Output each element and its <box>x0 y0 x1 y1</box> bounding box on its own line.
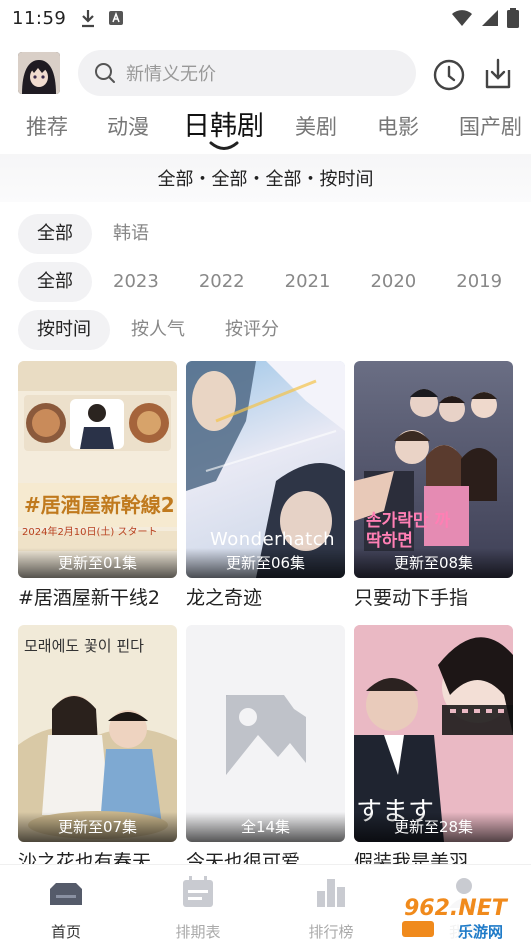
drama-card[interactable]: 全14集 今天也很可爱… <box>186 625 345 874</box>
filter-year-all[interactable]: 全部 <box>18 262 92 302</box>
poster-title-text: 모래에도 꽃이 핀다 <box>24 637 144 655</box>
drama-card[interactable]: すます 更新至28集 假装我是美羽… <box>354 625 513 874</box>
schedule-icon <box>183 876 213 907</box>
filter-summary-bar[interactable]: 全部・全部・全部・按时间 <box>0 154 531 202</box>
top-bar: 新情义无价 <box>0 48 531 100</box>
episode-badge: 更新至06集 <box>186 548 345 578</box>
home-icon <box>50 883 82 905</box>
wifi-icon <box>452 10 472 26</box>
ranking-icon <box>317 879 345 907</box>
drama-title: 只要动下手指 <box>354 587 469 609</box>
category-tabs: 推荐 动漫 日韩剧 美剧 电影 国产剧 <box>0 104 531 152</box>
drama-card[interactable]: #居酒屋新幹線2 2024年2月10日(土) スタート 更新至01集 #居酒屋新… <box>18 361 177 610</box>
episode-badge: 更新至07集 <box>18 812 177 842</box>
filter-year-2019[interactable]: 2019 <box>437 262 521 302</box>
poster: #居酒屋新幹線2 2024年2月10日(土) スタート 更新至01集 <box>18 361 177 578</box>
app-status-icon <box>109 11 124 25</box>
watermark-logo: 962.NET 乐游网 <box>396 893 528 943</box>
tab-us-drama[interactable]: 美剧 <box>295 104 337 152</box>
poster: 全14集 <box>186 625 345 842</box>
poster-title-text: 손가락만 까딱하면 <box>366 511 451 551</box>
poster-date-text: 2024年2月10日(土) スタート <box>22 527 158 538</box>
avatar[interactable] <box>18 52 60 94</box>
nav-home-label: 首页 <box>50 923 81 941</box>
episode-badge: 更新至01集 <box>18 548 177 578</box>
nav-schedule[interactable]: 排期表 <box>148 875 248 942</box>
sort-filter-row: 按时间 按人气 按评分 <box>18 310 300 350</box>
tab-movie[interactable]: 电影 <box>377 104 419 152</box>
poster: 손가락만 까딱하면 更新至08集 <box>354 361 513 578</box>
nav-ranking-label: 排行榜 <box>308 923 354 941</box>
search-bar[interactable]: 新情义无价 <box>78 50 416 96</box>
poster: 모래에도 꽃이 핀다 更新至07集 <box>18 625 177 842</box>
drama-card[interactable]: Wonderhatch 更新至06集 龙之奇迹 <box>186 361 345 610</box>
poster-title-text: #居酒屋新幹線2 <box>24 493 175 517</box>
poster-title-text: Wonderhatch <box>210 529 336 550</box>
signal-icon <box>482 10 498 26</box>
tab-recommend[interactable]: 推荐 <box>26 104 68 152</box>
episode-badge: 全14集 <box>186 812 345 842</box>
tab-anime[interactable]: 动漫 <box>107 104 149 152</box>
watermark-subtext: 乐游网 <box>458 923 504 941</box>
poster: Wonderhatch 更新至06集 <box>186 361 345 578</box>
filter-summary-text: 全部・全部・全部・按时间 <box>157 169 374 190</box>
year-filter-row: 全部 2023 2022 2021 2020 2019 <box>18 262 523 302</box>
download-status-icon <box>82 10 95 28</box>
download-icon[interactable] <box>481 56 515 92</box>
nav-schedule-label: 排期表 <box>175 923 221 941</box>
tab-cn-drama[interactable]: 国产剧 <box>459 104 522 152</box>
watermark-text: 962.NET <box>404 896 507 921</box>
search-icon <box>95 63 115 83</box>
sort-by-popularity[interactable]: 按人气 <box>112 310 204 350</box>
drama-title: 龙之奇迹 <box>186 587 263 609</box>
drama-title: #居酒屋新干线2 <box>18 587 161 609</box>
battery-icon <box>507 8 519 28</box>
language-filter-row: 全部 韩语 <box>18 214 170 254</box>
search-placeholder: 新情义无价 <box>126 64 216 85</box>
poster: すます 更新至28集 <box>354 625 513 842</box>
sort-by-rating[interactable]: 按评分 <box>206 310 298 350</box>
active-tab-indicator <box>209 141 239 150</box>
filter-year-2021[interactable]: 2021 <box>266 262 350 302</box>
filter-year-2022[interactable]: 2022 <box>180 262 264 302</box>
drama-card[interactable]: 모래에도 꽃이 핀다 更新至07集 沙之花也有春天 <box>18 625 177 874</box>
status-bar: 11:59 <box>0 0 531 36</box>
episode-badge: 更新至08集 <box>354 548 513 578</box>
filter-language-all[interactable]: 全部 <box>18 214 92 254</box>
nav-ranking[interactable]: 排行榜 <box>281 875 381 942</box>
filter-year-2023[interactable]: 2023 <box>94 262 178 302</box>
drama-card[interactable]: 손가락만 까딱하면 更新至08集 只要动下手指 <box>354 361 513 610</box>
nav-home[interactable]: 首页 <box>16 875 116 942</box>
filter-language-korean[interactable]: 韩语 <box>94 214 168 254</box>
status-time: 11:59 <box>12 7 67 29</box>
sort-by-time[interactable]: 按时间 <box>18 310 110 350</box>
filter-year-2020[interactable]: 2020 <box>351 262 435 302</box>
episode-badge: 更新至28集 <box>354 812 513 842</box>
image-placeholder-icon <box>226 695 306 775</box>
history-icon[interactable] <box>432 58 466 92</box>
